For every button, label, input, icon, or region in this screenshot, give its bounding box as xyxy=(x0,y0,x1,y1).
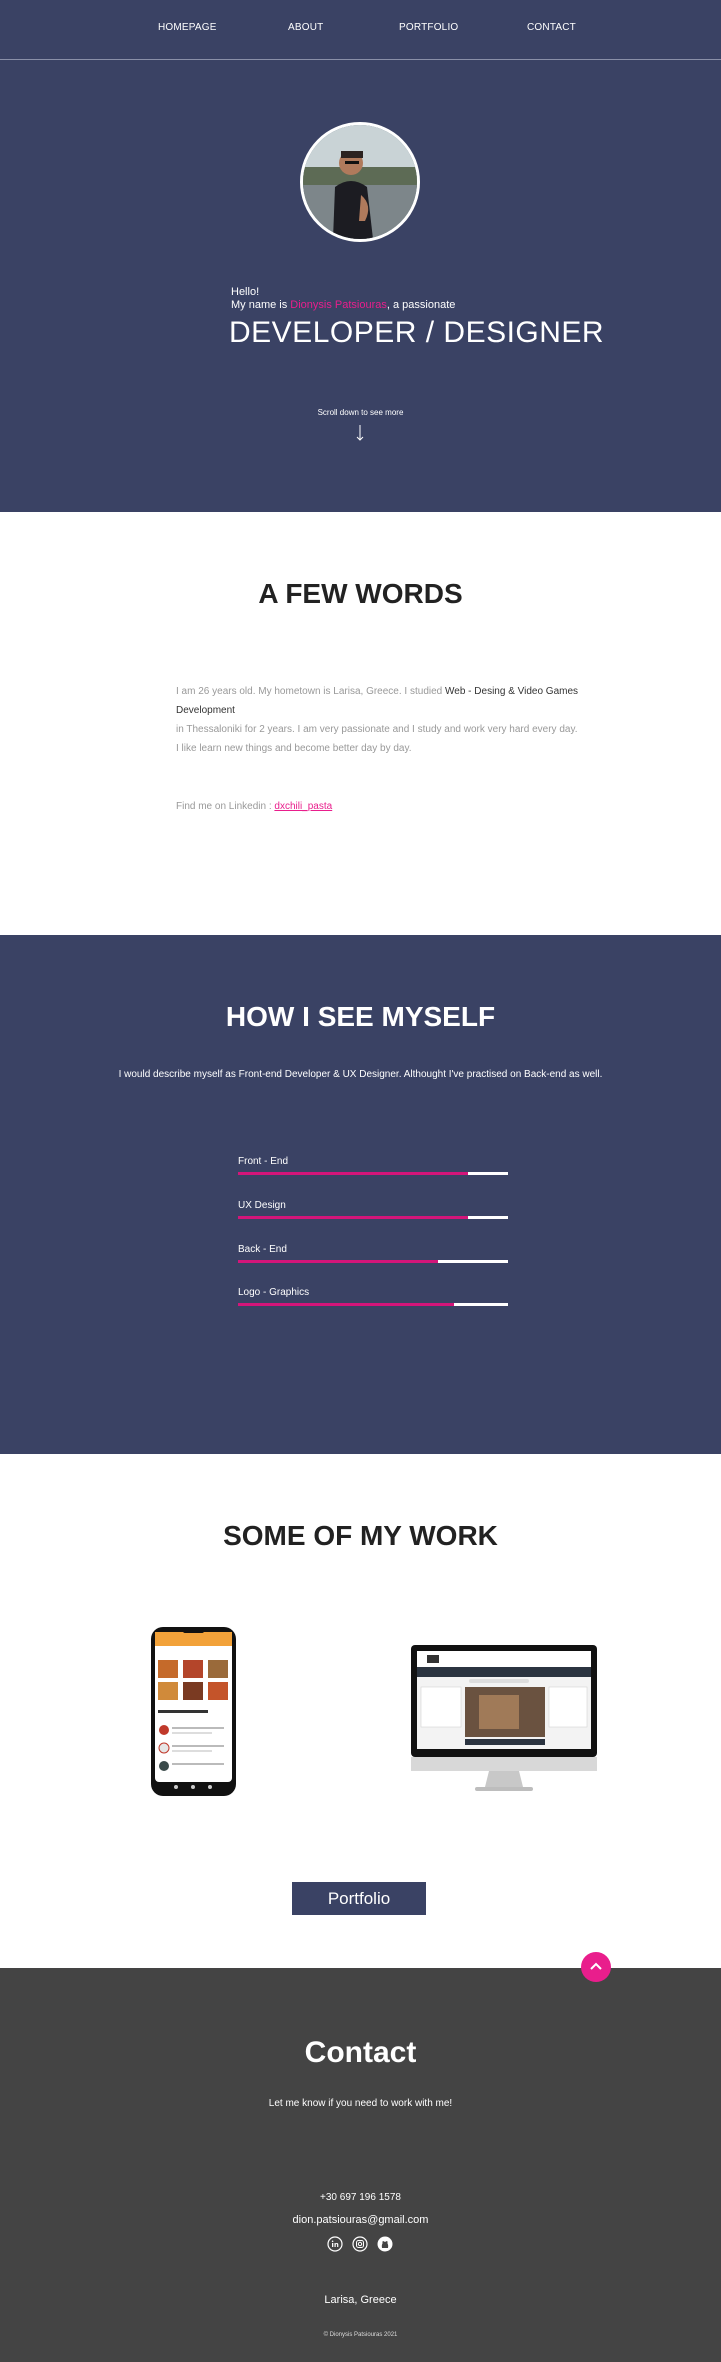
nav-contact[interactable]: CONTACT xyxy=(527,22,576,33)
top-nav: HOMEPAGE ABOUT PORTFOLIO CONTACT xyxy=(0,0,721,60)
hero-name-prefix: My name is xyxy=(231,299,291,311)
chevron-up-icon xyxy=(590,1962,602,1970)
hero-role: DEVELOPER / DESIGNER xyxy=(229,316,605,349)
skill-bar-track xyxy=(238,1303,508,1306)
scroll-hint: Scroll down to see more xyxy=(317,408,404,417)
contact-subtitle: Let me know if you need to work with me! xyxy=(268,2098,453,2109)
arrow-down-icon[interactable] xyxy=(354,424,366,442)
phone-mockup-image[interactable] xyxy=(150,1626,237,1797)
skill-label: UX Design xyxy=(238,1200,286,1211)
skill-front-end: Front - End xyxy=(238,1156,508,1175)
about-line3: I like learn new things and become bette… xyxy=(176,743,412,754)
nav-portfolio[interactable]: PORTFOLIO xyxy=(399,22,458,33)
back-to-top-button[interactable] xyxy=(581,1952,611,1982)
skills-title: HOW I SEE MYSELF xyxy=(225,1001,496,1032)
portfolio-button[interactable]: Portfolio xyxy=(292,1882,426,1915)
copyright: © Dionysis Patsiouras 2021 xyxy=(323,2332,398,2338)
nav-about[interactable]: ABOUT xyxy=(288,22,323,33)
contact-email[interactable]: dion.patsiouras@gmail.com xyxy=(0,2214,721,2226)
skill-back-end: Back - End xyxy=(238,1244,508,1263)
skill-label: Logo - Graphics xyxy=(238,1287,310,1298)
profile-photo xyxy=(303,125,417,239)
contact-phone[interactable]: +30 697 196 1578 xyxy=(0,2192,721,2203)
about-text: I am 26 years old. My hometown is Larisa… xyxy=(176,682,636,758)
linkedin-label: Find me on Linkedin : xyxy=(176,801,275,812)
linkedin-line: Find me on Linkedin : dxchili_pasta xyxy=(176,801,332,812)
hero-name: Dionysis Patsiouras xyxy=(290,299,387,311)
skill-bar-fill xyxy=(238,1172,468,1175)
skill-label: Front - End xyxy=(238,1156,289,1167)
hero-name-suffix: , a passionate xyxy=(386,299,456,311)
skills-section: HOW I SEE MYSELF I would describe myself… xyxy=(0,935,721,1454)
contact-section: Contact Let me know if you need to work … xyxy=(0,1968,721,2362)
profile-avatar xyxy=(300,122,420,242)
linkedin-link[interactable]: dxchili_pasta xyxy=(274,801,332,812)
skill-bar-fill xyxy=(238,1216,468,1219)
hero-section: HOMEPAGE ABOUT PORTFOLIO CONTACT Hello! … xyxy=(0,0,721,512)
about-title: A FEW WORDS xyxy=(258,578,463,609)
skill-ux-design: UX Design xyxy=(238,1200,508,1219)
hero-intro: Hello! My name is Dionysis Patsiouras, a… xyxy=(231,286,455,312)
skill-logo-graphics: Logo - Graphics xyxy=(238,1287,508,1306)
github-icon[interactable] xyxy=(377,2236,393,2252)
contact-title: Contact xyxy=(304,2036,417,2069)
nav-homepage[interactable]: HOMEPAGE xyxy=(158,22,217,33)
skill-bar-track xyxy=(238,1260,508,1263)
work-title: SOME OF MY WORK xyxy=(223,1520,498,1551)
social-links xyxy=(327,2236,393,2254)
linkedin-icon[interactable] xyxy=(327,2236,343,2252)
skill-bar-fill xyxy=(238,1303,454,1306)
skill-bar-fill xyxy=(238,1260,438,1263)
page: HOMEPAGE ABOUT PORTFOLIO CONTACT Hello! … xyxy=(0,0,721,2362)
hero-hello: Hello! xyxy=(231,286,260,298)
skill-bar-track xyxy=(238,1172,508,1175)
skill-label: Back - End xyxy=(238,1244,287,1255)
desktop-mockup-image[interactable] xyxy=(409,1643,599,1793)
skills-description: I would describe myself as Front-end Dev… xyxy=(118,1069,603,1080)
contact-location: Larisa, Greece xyxy=(324,2294,397,2306)
about-line2: in Thessaloniki for 2 years. I am very p… xyxy=(176,724,578,735)
instagram-icon[interactable] xyxy=(352,2236,368,2252)
about-line1: I am 26 years old. My hometown is Larisa… xyxy=(176,686,446,697)
skill-bar-track xyxy=(238,1216,508,1219)
